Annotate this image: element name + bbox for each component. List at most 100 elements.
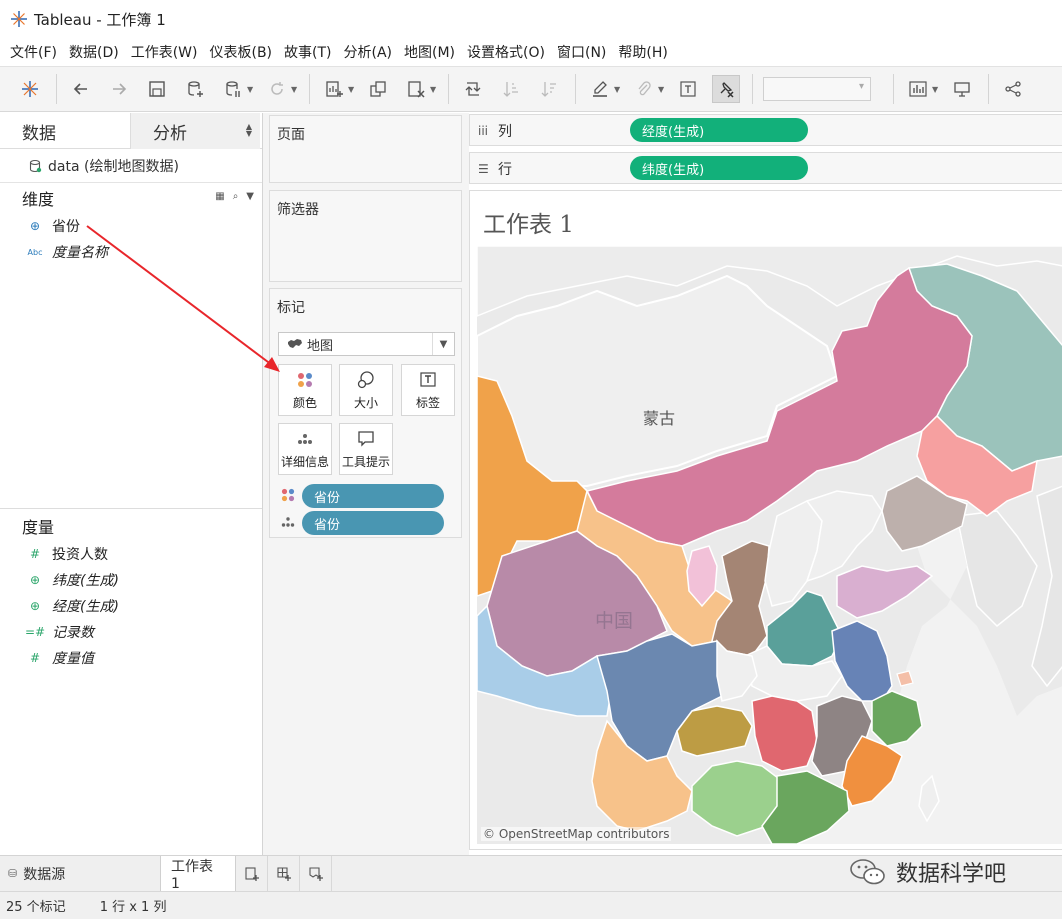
dimension-field-province[interactable]: ⊕ 省份: [0, 213, 262, 239]
measure-field-investors[interactable]: # 投资人数: [0, 541, 262, 567]
caret-down-icon[interactable]: ▼: [932, 85, 940, 94]
detail-pill-province[interactable]: 省份: [302, 511, 444, 535]
color-dots-icon: [298, 373, 312, 387]
columns-pill-longitude[interactable]: 经度(生成): [630, 118, 808, 142]
rows-shelf[interactable]: ☰ 行 纬度(生成): [469, 152, 1062, 184]
menu-dashboard[interactable]: 仪表板(B): [203, 42, 278, 62]
group-members-button[interactable]: [630, 75, 658, 103]
redo-button[interactable]: [105, 75, 133, 103]
datasource-item[interactable]: data (绘制地图数据): [0, 149, 262, 183]
caret-down-icon[interactable]: ▼: [614, 85, 622, 94]
tab-data[interactable]: 数据: [0, 113, 130, 149]
pages-card[interactable]: 页面: [269, 115, 462, 183]
new-worksheet-button[interactable]: [320, 75, 348, 103]
pause-updates-button[interactable]: [219, 75, 247, 103]
caret-down-icon[interactable]: ▼: [247, 85, 255, 94]
measure-field-latitude[interactable]: ⊕ 纬度(生成): [0, 567, 262, 593]
size-button[interactable]: 大小: [339, 364, 393, 416]
sort-descending-button[interactable]: [535, 75, 563, 103]
menu-file[interactable]: 文件(F): [4, 42, 63, 62]
cards-column: 页面 筛选器 标记 地图 ▼ 颜色 大小 标签 详细信息 工具提示 省份 省份: [263, 113, 469, 855]
map-attribution[interactable]: © OpenStreetMap contributors: [481, 827, 672, 841]
toolbar-separator: [448, 74, 449, 104]
caret-down-icon[interactable]: ▼: [291, 85, 299, 94]
new-dashboard-tab-button[interactable]: [268, 855, 300, 892]
dimension-field-measure-names[interactable]: Abc 度量名称: [0, 239, 262, 265]
menu-bar: 文件(F) 数据(D) 工作表(W) 仪表板(B) 故事(T) 分析(A) 地图…: [0, 38, 1062, 66]
measure-field-measure-values[interactable]: # 度量值: [0, 645, 262, 671]
sheet-title[interactable]: 工作表 1: [483, 205, 574, 239]
swap-rows-columns-button[interactable]: [459, 75, 487, 103]
mark-type-dropdown[interactable]: 地图 ▼: [278, 332, 455, 356]
new-datasource-button[interactable]: [181, 75, 209, 103]
save-button[interactable]: [143, 75, 171, 103]
tab-analysis[interactable]: 分析 ▲ ▼: [130, 113, 260, 149]
database-pause-icon: [226, 81, 240, 97]
clear-sheet-icon: [408, 81, 425, 98]
toolbar: ▼ ▼ ▼ ▼ ▼ ▼ ▼: [0, 66, 1062, 112]
mark-type-label: 地图: [307, 338, 334, 354]
fit-dropdown[interactable]: [763, 77, 871, 101]
sort-ascending-icon: [503, 82, 518, 97]
tab-worksheet-1[interactable]: 工作表 1: [160, 855, 236, 892]
map-icon: [288, 339, 302, 348]
tooltip-bubble-icon: [358, 431, 374, 447]
field-label: 投资人数: [52, 547, 108, 563]
detail-button[interactable]: 详细信息: [278, 423, 332, 475]
tab-datasource-label: 数据源: [23, 866, 66, 883]
map-canvas[interactable]: [477, 246, 1062, 844]
window-title: Tableau - 工作簿 1: [34, 10, 166, 29]
menu-story[interactable]: 故事(T): [278, 42, 337, 62]
tableau-home-button[interactable]: [16, 75, 44, 103]
clear-sheet-button[interactable]: [402, 75, 430, 103]
show-me-button[interactable]: [904, 75, 932, 103]
worksheet-view: 工作表 1 蒙古 中国 © OpenStreetMap contributors: [469, 190, 1062, 850]
caret-down-icon[interactable]: ▼: [348, 85, 356, 94]
new-story-tab-button[interactable]: [300, 855, 332, 892]
filters-card[interactable]: 筛选器: [269, 190, 462, 282]
field-label: 省份: [52, 219, 80, 235]
highlight-button[interactable]: [586, 75, 614, 103]
measure-field-record-count[interactable]: =# 记录数: [0, 619, 262, 645]
tooltip-button[interactable]: 工具提示: [339, 423, 393, 475]
caret-down-icon[interactable]: ▼: [430, 85, 438, 94]
refresh-button[interactable]: [263, 75, 291, 103]
share-button[interactable]: [999, 75, 1027, 103]
watermark: 数据科学吧: [848, 856, 1006, 888]
tab-datasource[interactable]: ⛁ 数据源: [0, 856, 160, 892]
menu-help[interactable]: 帮助(H): [612, 42, 673, 62]
map-view[interactable]: 蒙古 中国 © OpenStreetMap contributors: [477, 246, 1062, 844]
menu-window[interactable]: 窗口(N): [551, 42, 612, 62]
measure-field-longitude[interactable]: ⊕ 经度(生成): [0, 593, 262, 619]
presentation-mode-button[interactable]: [948, 75, 976, 103]
color-dots-icon: [281, 488, 295, 502]
menu-data[interactable]: 数据(D): [63, 42, 125, 62]
fix-axes-button[interactable]: [712, 75, 740, 103]
tab-analysis-label: 分析: [153, 123, 187, 144]
search-icon[interactable]: ⌕: [233, 191, 239, 202]
new-worksheet-tab-button[interactable]: [236, 855, 268, 892]
new-dashboard-icon: [276, 866, 291, 881]
duplicate-sheet-button[interactable]: [364, 75, 392, 103]
columns-shelf[interactable]: iii 列 经度(生成): [469, 114, 1062, 146]
bar-chart-icon: [909, 81, 927, 97]
menu-map[interactable]: 地图(M): [398, 42, 461, 62]
refresh-icon: [271, 82, 283, 95]
chevron-down-icon[interactable]: ▼: [246, 191, 254, 202]
menu-format[interactable]: 设置格式(O): [461, 42, 551, 62]
menu-analysis[interactable]: 分析(A): [338, 42, 399, 62]
share-icon: [1005, 81, 1021, 97]
caret-down-icon[interactable]: ▼: [658, 85, 666, 94]
color-pill-province[interactable]: 省份: [302, 484, 444, 508]
show-mark-labels-button[interactable]: [674, 75, 702, 103]
rows-pill-latitude[interactable]: 纬度(生成): [630, 156, 808, 180]
undo-button[interactable]: [67, 75, 95, 103]
menu-worksheet[interactable]: 工作表(W): [125, 42, 204, 62]
columns-icon: iii: [478, 124, 489, 138]
province-hunan: [751, 695, 818, 772]
database-add-icon: [188, 81, 203, 97]
color-button[interactable]: 颜色: [278, 364, 332, 416]
label-button[interactable]: 标签: [401, 364, 455, 416]
grid-view-icon[interactable]: ▦: [215, 191, 224, 202]
sort-ascending-button[interactable]: [497, 75, 525, 103]
